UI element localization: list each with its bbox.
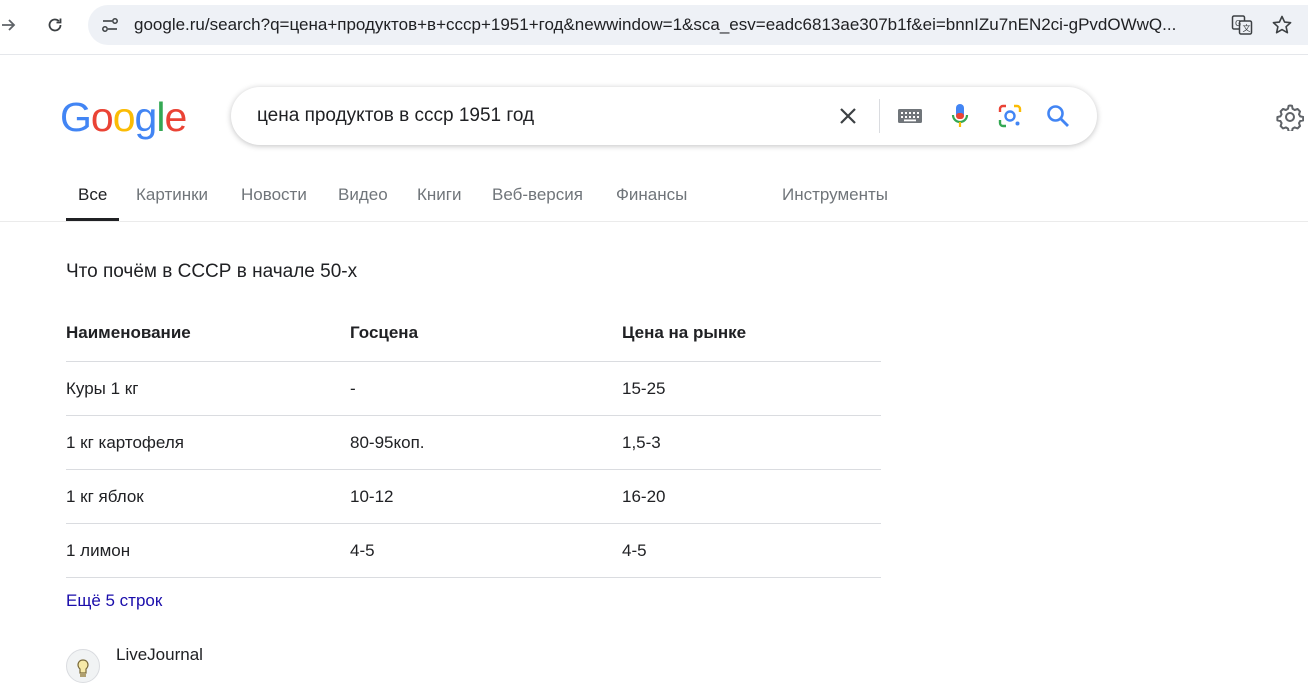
table-cell: 10-12 — [350, 487, 394, 506]
tab-finance[interactable]: Финансы — [616, 172, 687, 221]
clear-icon[interactable] — [834, 102, 862, 130]
snippet-table: Наименование Госцена Цена на рынке Куры … — [66, 308, 881, 578]
microphone-icon[interactable] — [946, 102, 974, 130]
tab-news[interactable]: Новости — [241, 172, 307, 221]
snippet-title: Что почём в СССР в начале 50-х — [66, 261, 358, 282]
reload-icon[interactable] — [40, 10, 70, 40]
settings-gear-icon[interactable] — [1276, 103, 1304, 131]
table-row: 1 лимон 4-5 4-5 — [66, 524, 881, 578]
search-icon[interactable] — [1044, 102, 1072, 130]
search-divider — [879, 99, 880, 133]
keyboard-icon[interactable] — [896, 102, 924, 130]
table-cell: - — [350, 379, 356, 398]
table-row: Куры 1 кг - 15-25 — [66, 362, 881, 416]
table-cell: 1 кг яблок — [66, 487, 144, 506]
address-bar[interactable]: google.ru/search?q=цена+продуктов+в+ссср… — [88, 5, 1308, 45]
tab-videos[interactable]: Видео — [338, 172, 388, 221]
translate-icon[interactable]: G 文 — [1230, 13, 1254, 37]
tools-button[interactable]: Инструменты — [782, 172, 888, 221]
table-row: 1 кг яблок 10-12 16-20 — [66, 470, 881, 524]
bookmark-star-icon[interactable] — [1270, 13, 1294, 37]
site-info-icon[interactable] — [96, 11, 124, 39]
svg-text:G: G — [1235, 19, 1241, 28]
table-row: 1 кг картофеля 80-95коп. 1,5-3 — [66, 416, 881, 470]
table-header-row: Наименование Госцена Цена на рынке — [66, 308, 881, 362]
table-header-cell: Госцена — [350, 323, 419, 342]
source-name[interactable]: LiveJournal — [116, 645, 203, 665]
table-cell: 16-20 — [622, 487, 666, 506]
forward-icon[interactable] — [0, 10, 24, 40]
search-input[interactable]: цена продуктов в ссср 1951 год — [257, 87, 534, 145]
tab-images[interactable]: Картинки — [136, 172, 208, 221]
tab-all[interactable]: Все — [66, 172, 120, 221]
browser-toolbar: google.ru/search?q=цена+продуктов+в+ссср… — [0, 0, 1308, 55]
url-text[interactable]: google.ru/search?q=цена+продуктов+в+ссср… — [134, 5, 1214, 45]
table-cell: 15-25 — [622, 379, 666, 398]
more-rows-link[interactable]: Ещё 5 строк — [66, 591, 162, 611]
google-logo[interactable]: Google — [60, 94, 187, 140]
tab-web[interactable]: Веб-версия — [492, 172, 583, 221]
table-header-cell: Цена на рынке — [622, 323, 747, 342]
source-favicon — [66, 649, 100, 683]
search-tabs: Все Картинки Новости Видео Книги Веб-вер… — [0, 172, 1308, 222]
table-cell: 4-5 — [622, 541, 647, 560]
table-cell: Куры 1 кг — [66, 379, 139, 398]
tab-books[interactable]: Книги — [417, 172, 461, 221]
search-box[interactable]: цена продуктов в ссср 1951 год — [231, 87, 1097, 145]
table-cell: 1 лимон — [66, 541, 131, 560]
table-cell: 80-95коп. — [350, 433, 425, 452]
svg-text:文: 文 — [1243, 23, 1251, 33]
table-cell: 1 кг картофеля — [66, 433, 184, 452]
table-cell: 1,5-3 — [622, 433, 661, 452]
table-header-cell: Наименование — [66, 323, 191, 342]
lens-icon[interactable] — [996, 102, 1024, 130]
table-cell: 4-5 — [350, 541, 375, 560]
